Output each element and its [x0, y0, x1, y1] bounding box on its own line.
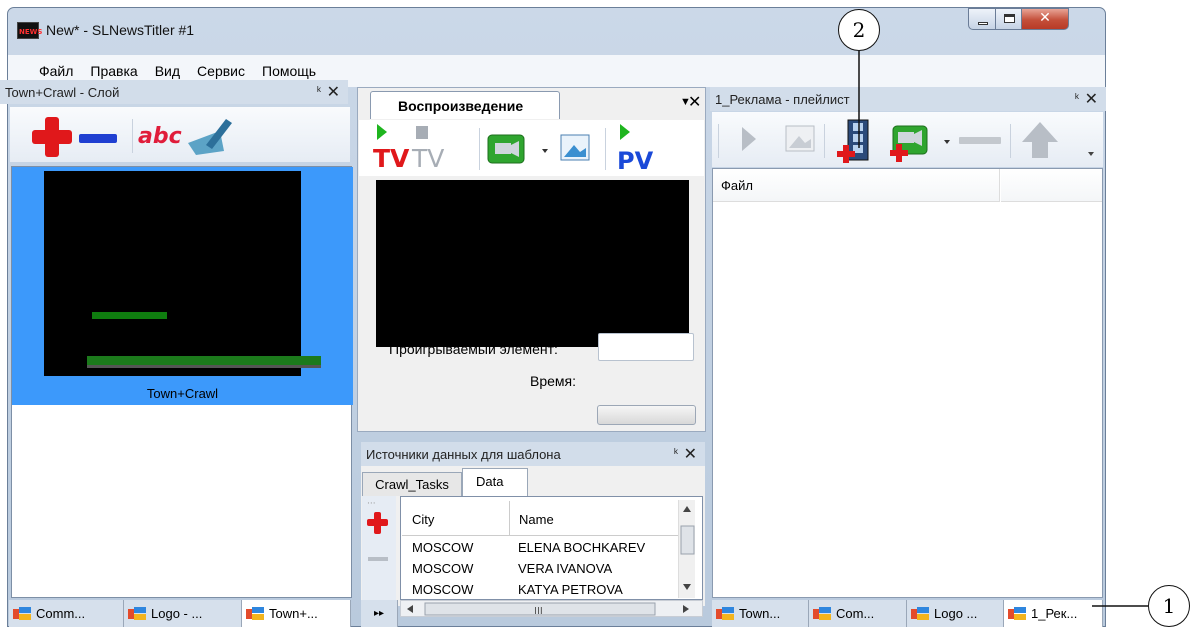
- callout-lines: [858, 51, 1148, 607]
- callout-1: 1: [1148, 585, 1190, 627]
- callout-2: 2: [838, 9, 880, 51]
